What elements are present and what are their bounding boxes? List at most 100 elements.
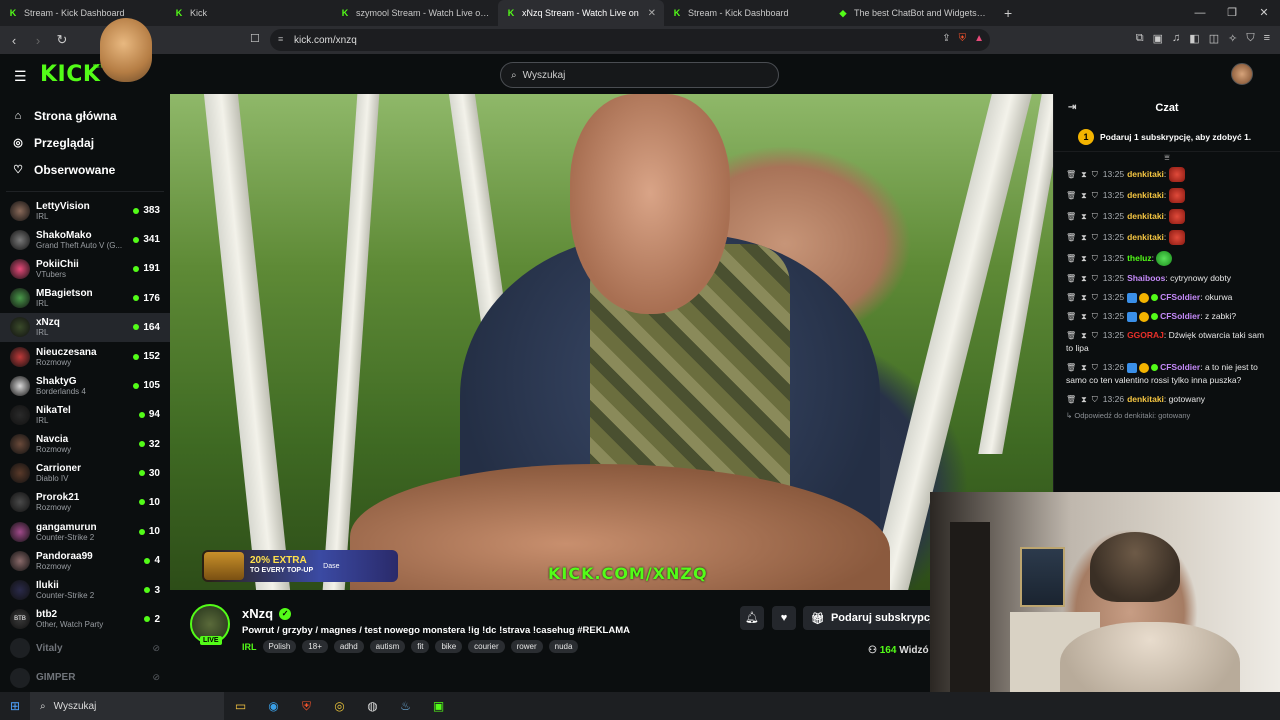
timeout-icon[interactable]: ⧗ (1081, 395, 1087, 404)
steam-icon[interactable]: ♨ (389, 699, 422, 713)
sidebar-channel[interactable]: Prorok21 Rozmowy 10 (0, 488, 170, 517)
sidebar-channel[interactable]: PokiiChii VTubers 191 (0, 254, 170, 283)
chat-message[interactable]: 🗑︎ ⧗ ⛉ 13:25 CFSoldier: z zabki? (1054, 307, 1280, 326)
sidebar-nav-item[interactable]: ◎ Przeglądaj (0, 129, 170, 156)
chat-message[interactable]: 🗑︎ ⧗ ⛉ 13:25 CFSoldier: okurwa (1054, 288, 1280, 307)
site-info-icon[interactable]: ≡ (278, 34, 283, 44)
message-user[interactable]: denkitaki (1127, 232, 1164, 242)
message-user[interactable]: denkitaki (1127, 211, 1164, 221)
wallet-icon[interactable]: ◫ (1209, 32, 1219, 45)
sidebar-channel[interactable]: Pandoraa99 Rozmowy 4 (0, 546, 170, 575)
sidebar-channel[interactable]: xNzq IRL 164 (0, 312, 170, 342)
chat-message[interactable]: 🗑︎ ⧗ ⛉ 13:25 denkitaki: (1054, 185, 1280, 206)
browser-tab[interactable]: ◆ The best ChatBot and Widgets for Kic (830, 0, 996, 26)
menu-icon[interactable]: ≡ (1264, 32, 1270, 45)
promo-banner[interactable]: 20% EXTRA TO EVERY TOP-UP Dase (202, 550, 398, 582)
browser-tab[interactable]: K xNzq Stream - Watch Live on ✕ (498, 0, 664, 26)
message-user[interactable]: theluz (1127, 253, 1152, 263)
ban-icon[interactable]: ⛉ (1092, 212, 1098, 221)
timeout-icon[interactable]: ⧗ (1081, 363, 1087, 372)
timeout-icon[interactable]: ⧗ (1081, 191, 1087, 200)
user-avatar[interactable] (1231, 63, 1253, 85)
chat-message[interactable]: 🗑︎ ⧗ ⛉ 13:26 denkitaki: gotowany (1054, 390, 1280, 409)
ban-icon[interactable]: ⛉ (1092, 395, 1098, 404)
timeout-icon[interactable]: ⧗ (1081, 293, 1087, 302)
ban-icon[interactable]: ⛉ (1092, 363, 1098, 372)
sidebar-channel[interactable]: BTB btb2 Other, Watch Party 2 (0, 605, 170, 634)
ban-icon[interactable]: ⛉ (1092, 191, 1098, 200)
message-user[interactable]: denkitaki (1127, 190, 1164, 200)
sidebar-channel-offline[interactable]: Vitaly ⊘ (0, 634, 170, 663)
browser-tab[interactable]: K szymool Stream - Watch Live on Kick (332, 0, 498, 26)
chrome-icon[interactable]: ◎ (323, 699, 356, 713)
notification-bell-button[interactable]: 🔔︎ (740, 606, 764, 630)
delete-message-icon[interactable]: 🗑︎ (1066, 274, 1076, 283)
sidebar-channel[interactable]: gangamurun Counter-Strike 2 10 (0, 517, 170, 546)
delete-message-icon[interactable]: 🗑︎ (1066, 395, 1076, 404)
ban-icon[interactable]: ⛉ (1092, 233, 1098, 242)
delete-message-icon[interactable]: 🗑︎ (1066, 293, 1076, 302)
sidebar-channel[interactable]: Navcia Rozmowy 32 (0, 430, 170, 459)
ban-icon[interactable]: ⛉ (1092, 170, 1098, 179)
taskbar-search[interactable]: ⌕ Wyszukaj (30, 692, 224, 720)
obs-icon[interactable]: ◍ (356, 699, 389, 713)
browser-tab[interactable]: K Kick (166, 0, 332, 26)
kick-logo[interactable]: KICK (40, 62, 100, 87)
video-player[interactable]: 20% EXTRA TO EVERY TOP-UP Dase KICK.COM/… (170, 94, 1053, 590)
message-user[interactable]: CFSoldier (1160, 311, 1200, 321)
chat-message[interactable]: 🗑︎ ⧗ ⛉ 13:25 denkitaki: (1054, 206, 1280, 227)
delete-message-icon[interactable]: 🗑︎ (1066, 191, 1076, 200)
sidebar-channel[interactable]: Ilukii Counter-Strike 2 3 (0, 575, 170, 604)
close-tab-icon[interactable]: ✕ (648, 8, 656, 19)
chat-message[interactable]: 🗑︎ ⧗ ⛉ 13:25 GGORAJ: Dźwięk otwarcia taki sa… (1054, 326, 1280, 358)
restore-icon[interactable]: ❐ (1216, 0, 1248, 26)
pinned-toggle-icon[interactable]: ⩸ (1054, 152, 1280, 164)
chat-message[interactable]: 🗑︎ ⧗ ⛉ 13:26 CFSoldier: a to nie jest to sam… (1054, 358, 1280, 390)
stream-tag[interactable]: autism (369, 640, 406, 653)
vpn-icon[interactable]: ⛉ (1246, 32, 1254, 45)
ban-icon[interactable]: ⛉ (1092, 312, 1098, 321)
delete-message-icon[interactable]: 🗑︎ (1066, 170, 1076, 179)
ban-icon[interactable]: ⛉ (1092, 331, 1098, 340)
delete-message-icon[interactable]: 🗑︎ (1066, 254, 1076, 263)
stream-tag[interactable]: courier (468, 640, 505, 653)
file-explorer-icon[interactable]: ▭ (224, 699, 257, 713)
sidebar-channel[interactable]: LettyVision IRL 383 (0, 196, 170, 225)
message-user[interactable]: denkitaki (1127, 394, 1164, 404)
stream-tag[interactable]: adhd (333, 640, 364, 653)
screenshot-icon[interactable]: ▣ (1153, 32, 1163, 45)
timeout-icon[interactable]: ⧗ (1081, 254, 1087, 263)
ban-icon[interactable]: ⛉ (1092, 254, 1098, 263)
edge-icon[interactable]: ◉ (257, 699, 290, 713)
timeout-icon[interactable]: ⧗ (1081, 212, 1087, 221)
minimize-icon[interactable]: — (1184, 0, 1216, 26)
follow-button[interactable]: ♥ (772, 606, 796, 630)
windows-start-icon[interactable]: ⊞ (0, 699, 30, 713)
sidebar-icon[interactable]: ◧ (1189, 32, 1199, 45)
sub-goal-banner[interactable]: 1 Podaruj 1 subskrypcję, aby zdobyć 1. (1054, 122, 1280, 152)
message-user[interactable]: CFSoldier (1160, 292, 1200, 302)
message-user[interactable]: Shaiboos (1127, 273, 1165, 283)
extensions-icon[interactable]: ⧉ (1136, 32, 1144, 45)
stream-tag[interactable]: fit (411, 640, 430, 653)
forward-icon[interactable]: › (28, 33, 48, 48)
stream-category-link[interactable]: IRL (242, 642, 257, 652)
delete-message-icon[interactable]: 🗑︎ (1066, 233, 1076, 242)
chat-message[interactable]: 🗑︎ ⧗ ⛉ 13:25 theluz: (1054, 248, 1280, 269)
hamburger-menu-icon[interactable]: ☰ (14, 68, 27, 85)
streamer-name[interactable]: xNzq (242, 606, 273, 621)
stream-tag[interactable]: bike (435, 640, 463, 653)
chat-message[interactable]: 🗑︎ ⧗ ⛉ 13:25 Shaiboos: cytrynowy dobty (1054, 269, 1280, 288)
sidebar-channel[interactable]: NikaTel IRL 94 (0, 400, 170, 429)
gift-subscription-button[interactable]: 🎁︎ Podaruj subskrypcje (803, 606, 948, 630)
sidebar-channel[interactable]: ShakoMako Grand Theft Auto V (G... 341 (0, 225, 170, 254)
brave-icon[interactable]: ⛨ (290, 699, 323, 714)
message-user[interactable]: denkitaki (1127, 169, 1164, 179)
stream-tag[interactable]: rower (510, 640, 543, 653)
sidebar-channel[interactable]: Nieuczesana Rozmowy 152 (0, 342, 170, 371)
brave-shield-icon[interactable]: ⛨ (959, 33, 967, 44)
message-user[interactable]: CFSoldier (1160, 362, 1200, 372)
leo-ai-icon[interactable]: ✧ (1228, 32, 1237, 45)
timeout-icon[interactable]: ⧗ (1081, 312, 1087, 321)
close-window-icon[interactable]: ✕ (1248, 0, 1280, 26)
